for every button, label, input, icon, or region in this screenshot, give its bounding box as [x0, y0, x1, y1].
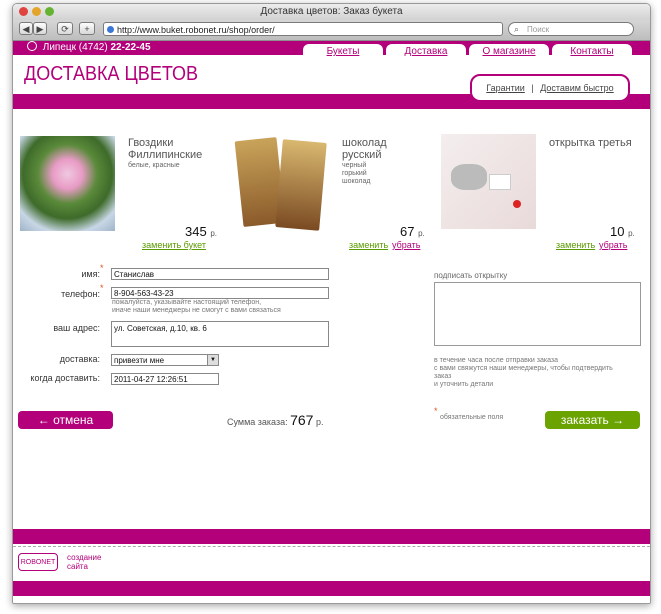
- phone-hint-line: иначе наши менеджеры не смогут с вами св…: [112, 307, 281, 314]
- footer-band-bottom: [13, 581, 650, 596]
- card-hint-line: и уточнить детали: [434, 381, 494, 388]
- delivery-select-value: привезти мне: [114, 356, 165, 365]
- when-label: когда доставить:: [30, 373, 100, 383]
- minimize-window-icon[interactable]: [32, 7, 41, 16]
- card-hint-line: заказ: [434, 373, 452, 380]
- product-name-line: Гвоздики: [128, 137, 174, 149]
- product-name: Гвоздики Филлипинские: [128, 137, 202, 161]
- chevron-down-icon: ▼: [207, 355, 218, 365]
- product-price: 345 р.: [185, 224, 217, 239]
- browser-window: Доставка цветов: Заказ букета ◀ ▶ ⟳ + ht…: [12, 3, 651, 604]
- order-sum: Сумма заказа: 767 р.: [227, 412, 324, 428]
- nav-kontakty[interactable]: Контакты: [552, 44, 632, 60]
- zoom-window-icon[interactable]: [45, 7, 54, 16]
- order-button[interactable]: заказать →: [545, 411, 640, 429]
- robonet-caption-line: сайта: [67, 562, 88, 571]
- phone-block: Липецк (4742) 22-22-45: [27, 41, 151, 55]
- footer-divider: [13, 546, 650, 547]
- delivery-select[interactable]: привезти мне ▼: [111, 354, 219, 366]
- price-value: 67: [400, 224, 415, 239]
- product-name: шоколад русский: [342, 137, 387, 161]
- price-value: 10: [610, 224, 625, 239]
- product-sub: черный горький шоколад: [342, 162, 371, 185]
- product-price: 10 р.: [610, 224, 635, 239]
- price-unit: р.: [210, 229, 217, 238]
- nav-o-magazine[interactable]: О магазине: [469, 44, 549, 60]
- remove-link[interactable]: убрать: [392, 240, 420, 250]
- reload-button[interactable]: ⟳: [57, 22, 73, 35]
- required-star: *: [100, 283, 104, 293]
- name-field[interactable]: Станислав: [111, 268, 329, 280]
- name-label: имя:: [81, 269, 100, 279]
- close-window-icon[interactable]: [19, 7, 28, 16]
- product-name-line: шоколад: [342, 137, 387, 149]
- phone-icon: [27, 41, 37, 51]
- card-label: подписать открытку: [434, 271, 508, 280]
- replace-link[interactable]: заменить: [556, 240, 595, 250]
- phone-hint-line: пожалуйста, указывайте настоящий телефон…: [112, 299, 262, 306]
- phone-number: 22-22-45: [110, 42, 151, 53]
- product-image-flowers: [20, 136, 115, 231]
- sum-unit: р.: [315, 417, 324, 427]
- card-hint-line: в течение часа после отправки заказа: [434, 357, 558, 364]
- robonet-logo[interactable]: ROBONET: [18, 553, 58, 571]
- sum-label: Сумма заказа:: [227, 417, 288, 427]
- card-hint: в течение часа после отправки заказа с в…: [434, 357, 613, 389]
- replace-link[interactable]: заменить: [349, 240, 388, 250]
- city: Липецк: [42, 42, 77, 53]
- product-name-line: Филлипинские: [128, 149, 203, 161]
- forward-button[interactable]: ▶: [33, 22, 47, 35]
- product-name-line: русский: [342, 149, 382, 161]
- search-icon: ⌕: [514, 24, 520, 34]
- product-image-chocolate: [234, 135, 335, 235]
- search-input[interactable]: ⌕ Поиск: [508, 22, 634, 36]
- cancel-button[interactable]: ← отмена: [18, 411, 113, 429]
- price-value: 345: [185, 224, 207, 239]
- replace-bouquet-link[interactable]: заменить букет: [142, 240, 206, 250]
- nav-bukety[interactable]: Букеты: [303, 44, 383, 60]
- add-bookmark-button[interactable]: +: [79, 22, 95, 35]
- page: Липецк (4742) 22-22-45 Букеты Доставка О…: [13, 41, 650, 603]
- phone-field[interactable]: 8-904-563-43-23: [111, 287, 329, 299]
- required-star: *: [100, 263, 104, 273]
- sum-value: 767: [290, 412, 314, 428]
- card-hint-line: с вами свяжутся наши менеджеры, чтобы по…: [434, 365, 613, 372]
- phone-label: телефон:: [61, 289, 100, 299]
- back-button[interactable]: ◀: [19, 22, 33, 35]
- price-unit: р.: [628, 229, 635, 238]
- required-star: *: [434, 406, 438, 416]
- when-field[interactable]: 2011-04-27 12:26:51: [111, 373, 219, 385]
- footer-band-top: [13, 529, 650, 544]
- search-placeholder: Поиск: [527, 25, 550, 34]
- product-sub: белые, красные: [128, 162, 180, 169]
- robonet-caption-line: создание: [67, 553, 102, 562]
- robonet-caption[interactable]: создание сайта: [67, 553, 101, 571]
- title-bar: Доставка цветов: Заказ букета: [13, 4, 650, 20]
- site-logo[interactable]: ДОСТАВКА ЦВЕТОВ: [24, 63, 198, 86]
- subnav-guarantees[interactable]: Гарантии: [486, 83, 525, 93]
- subnav: Гарантии | Доставим быстро: [470, 74, 630, 102]
- nav-dostavka[interactable]: Доставка: [386, 44, 466, 60]
- delivery-label: доставка:: [59, 354, 100, 364]
- address-field[interactable]: ул. Советская, д.10, кв. 6: [111, 321, 329, 347]
- required-note: обязательные поля: [440, 414, 504, 421]
- browser-toolbar: ◀ ▶ ⟳ + http://www.buket.robonet.ru/shop…: [13, 20, 650, 41]
- product-image-card: [441, 134, 536, 229]
- phone-code: (4742): [78, 42, 108, 53]
- product-price: 67 р.: [400, 224, 425, 239]
- subnav-fast-delivery[interactable]: Доставим быстро: [540, 83, 613, 93]
- card-textarea[interactable]: [434, 282, 641, 346]
- address-label: ваш адрес:: [53, 323, 100, 333]
- remove-link[interactable]: убрать: [599, 240, 627, 250]
- product-name-line: открытка третья: [549, 137, 632, 149]
- globe-icon: [107, 26, 114, 33]
- phone-hint: пожалуйста, указывайте настоящий телефон…: [112, 299, 281, 315]
- address-bar[interactable]: http://www.buket.robonet.ru/shop/order/: [103, 22, 503, 36]
- window-title: Доставка цветов: Заказ букета: [260, 6, 403, 17]
- product-name: открытка третья: [549, 137, 632, 149]
- price-unit: р.: [418, 229, 425, 238]
- subnav-separator: |: [531, 83, 534, 93]
- address-bar-url: http://www.buket.robonet.ru/shop/order/: [117, 25, 275, 35]
